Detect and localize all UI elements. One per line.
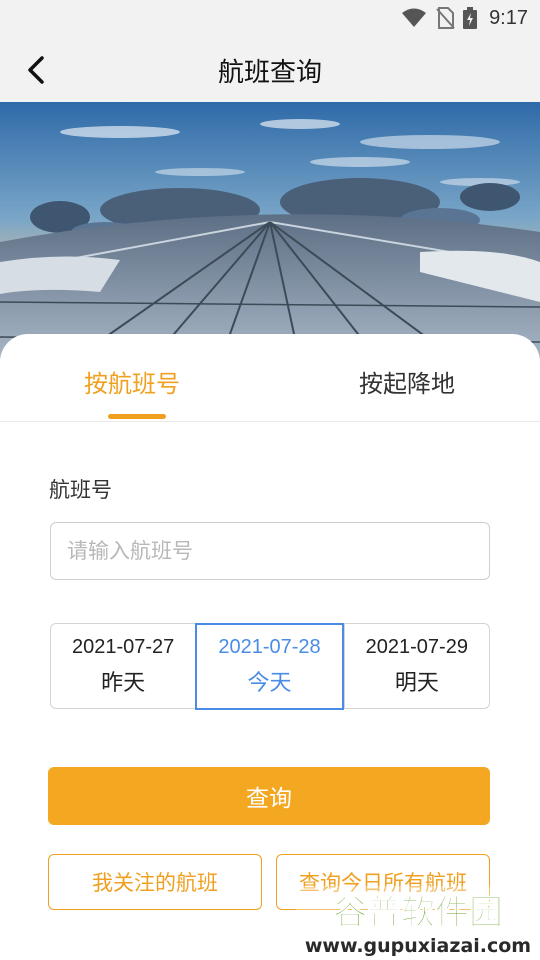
status-time: 9:17 (489, 6, 528, 29)
page-title: 航班查询 (217, 58, 322, 88)
svg-text:谷普软件园: 谷普软件园 (333, 893, 503, 933)
search-card: 按航班号 按起降地 航班号 2021-07-27 昨天 2021-07-28 今… (0, 334, 540, 960)
query-button[interactable]: 查询 (48, 767, 490, 825)
date-value: 2021-07-29 (365, 635, 468, 658)
svg-text:www.gupuxiazai.com: www.gupuxiazai.com (305, 935, 531, 957)
watermark-logo: 谷普软件园 www.gupuxiazai.com (296, 886, 540, 960)
airport-banner-image (0, 102, 540, 362)
search-mode-tabs: 按航班号 按起降地 (0, 334, 540, 422)
date-yesterday[interactable]: 2021-07-27 昨天 (51, 624, 195, 708)
date-day-label: 明天 (394, 670, 439, 696)
no-sim-icon (436, 7, 455, 29)
date-tomorrow[interactable]: 2021-07-29 明天 (343, 624, 489, 708)
date-today[interactable]: 2021-07-28 今天 (195, 622, 344, 710)
date-day-label: 昨天 (101, 670, 146, 696)
followed-flights-button[interactable]: 我关注的航班 (48, 854, 262, 910)
active-tab-indicator (108, 414, 166, 419)
battery-charging-icon (463, 7, 478, 29)
status-bar: 9:17 (0, 0, 540, 36)
date-value: 2021-07-27 (72, 635, 175, 658)
status-icons: 9:17 (401, 6, 528, 30)
flight-number-label: 航班号 (49, 478, 112, 502)
tab-by-flight-number[interactable]: 按航班号 (84, 364, 180, 399)
date-day-label: 今天 (247, 670, 292, 696)
date-selector: 2021-07-27 昨天 2021-07-28 今天 2021-07-29 明… (50, 622, 490, 710)
app-bar: 航班查询 (0, 36, 540, 102)
wifi-icon (402, 8, 427, 27)
date-value: 2021-07-28 (218, 635, 321, 658)
tab-by-route[interactable]: 按起降地 (359, 364, 455, 399)
flight-number-input[interactable] (50, 522, 490, 580)
